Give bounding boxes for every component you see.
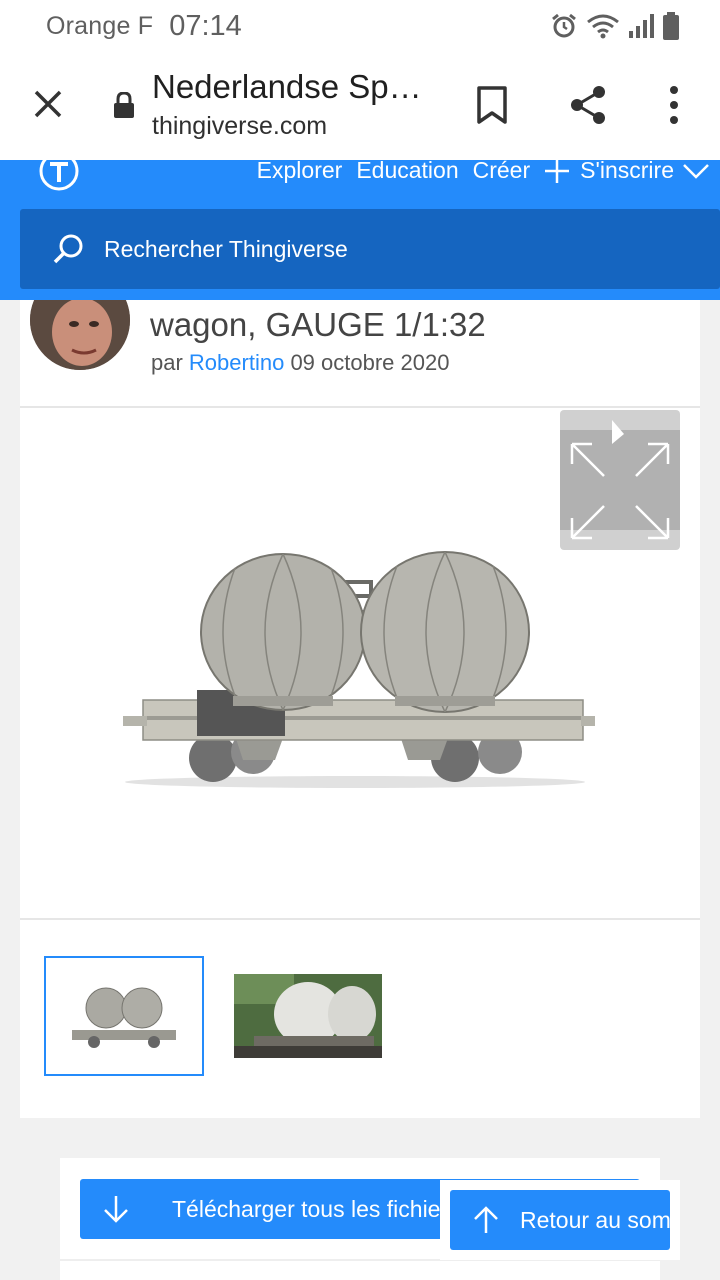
browser-toolbar: Nederlandse Sp… thingiverse.com — [0, 52, 720, 160]
thumbnail-photo[interactable] — [234, 974, 382, 1058]
thing-header: wagon, GAUGE 1/1:32 par Robertino 09 oct… — [20, 300, 700, 408]
plus-icon[interactable] — [544, 160, 570, 184]
byline-prefix: par — [151, 350, 183, 375]
url-domain[interactable]: thingiverse.com — [152, 112, 327, 141]
nav-signup[interactable]: S'inscrire — [580, 160, 674, 184]
search-placeholder: Rechercher Thingiverse — [104, 235, 348, 262]
thingiverse-logo-icon[interactable] — [38, 160, 80, 192]
fullscreen-button[interactable] — [560, 410, 680, 550]
status-icons — [550, 12, 680, 40]
search-icon — [53, 234, 83, 264]
fullscreen-icon — [560, 420, 680, 540]
page-title[interactable]: Nederlandse Sp… — [152, 68, 422, 106]
author-link[interactable]: Robertino — [189, 350, 284, 375]
close-icon[interactable] — [30, 86, 66, 122]
wifi-icon — [587, 14, 619, 39]
arrow-down-icon — [104, 1196, 128, 1223]
back-to-top-button[interactable]: Retour au sommet — [450, 1190, 670, 1250]
status-bar: Orange F 07:14 — [0, 0, 720, 52]
chevron-down-icon[interactable] — [682, 162, 710, 180]
site-header: Explorer Education Créer S'inscrire Rech… — [0, 160, 720, 300]
thumbnail-strip — [20, 920, 700, 1118]
arrow-up-icon — [474, 1206, 498, 1233]
alarm-icon — [552, 13, 576, 38]
thing-title: wagon, GAUGE 1/1:32 — [150, 306, 486, 343]
nav-create[interactable]: Créer — [473, 160, 531, 184]
publish-date: 09 octobre 2020 — [290, 350, 450, 375]
download-all-label: Télécharger tous les fichiers — [172, 1195, 460, 1222]
nav-education[interactable]: Education — [356, 160, 458, 184]
avatar[interactable] — [30, 300, 130, 370]
site-nav: Explorer Education Créer S'inscrire — [243, 160, 710, 184]
thumbnail-render[interactable] — [44, 956, 204, 1076]
share-icon[interactable] — [568, 84, 608, 126]
thing-card: wagon, GAUGE 1/1:32 par Robertino 09 oct… — [20, 300, 700, 1118]
wagon-render-image — [123, 551, 595, 788]
byline: par Robertino 09 octobre 2020 — [151, 350, 449, 376]
nav-explore[interactable]: Explorer — [257, 160, 343, 184]
carrier-name: Orange F — [46, 11, 154, 40]
main-image-viewer[interactable] — [20, 410, 700, 920]
bookmark-icon[interactable] — [475, 85, 509, 125]
clock: 07:14 — [169, 9, 242, 42]
more-vert-icon[interactable] — [664, 85, 684, 125]
back-to-top-label: Retour au sommet — [520, 1206, 670, 1233]
lock-icon — [114, 92, 134, 118]
signal-icon — [629, 14, 654, 38]
search-input[interactable]: Rechercher Thingiverse — [20, 209, 720, 289]
battery-icon — [663, 12, 679, 40]
